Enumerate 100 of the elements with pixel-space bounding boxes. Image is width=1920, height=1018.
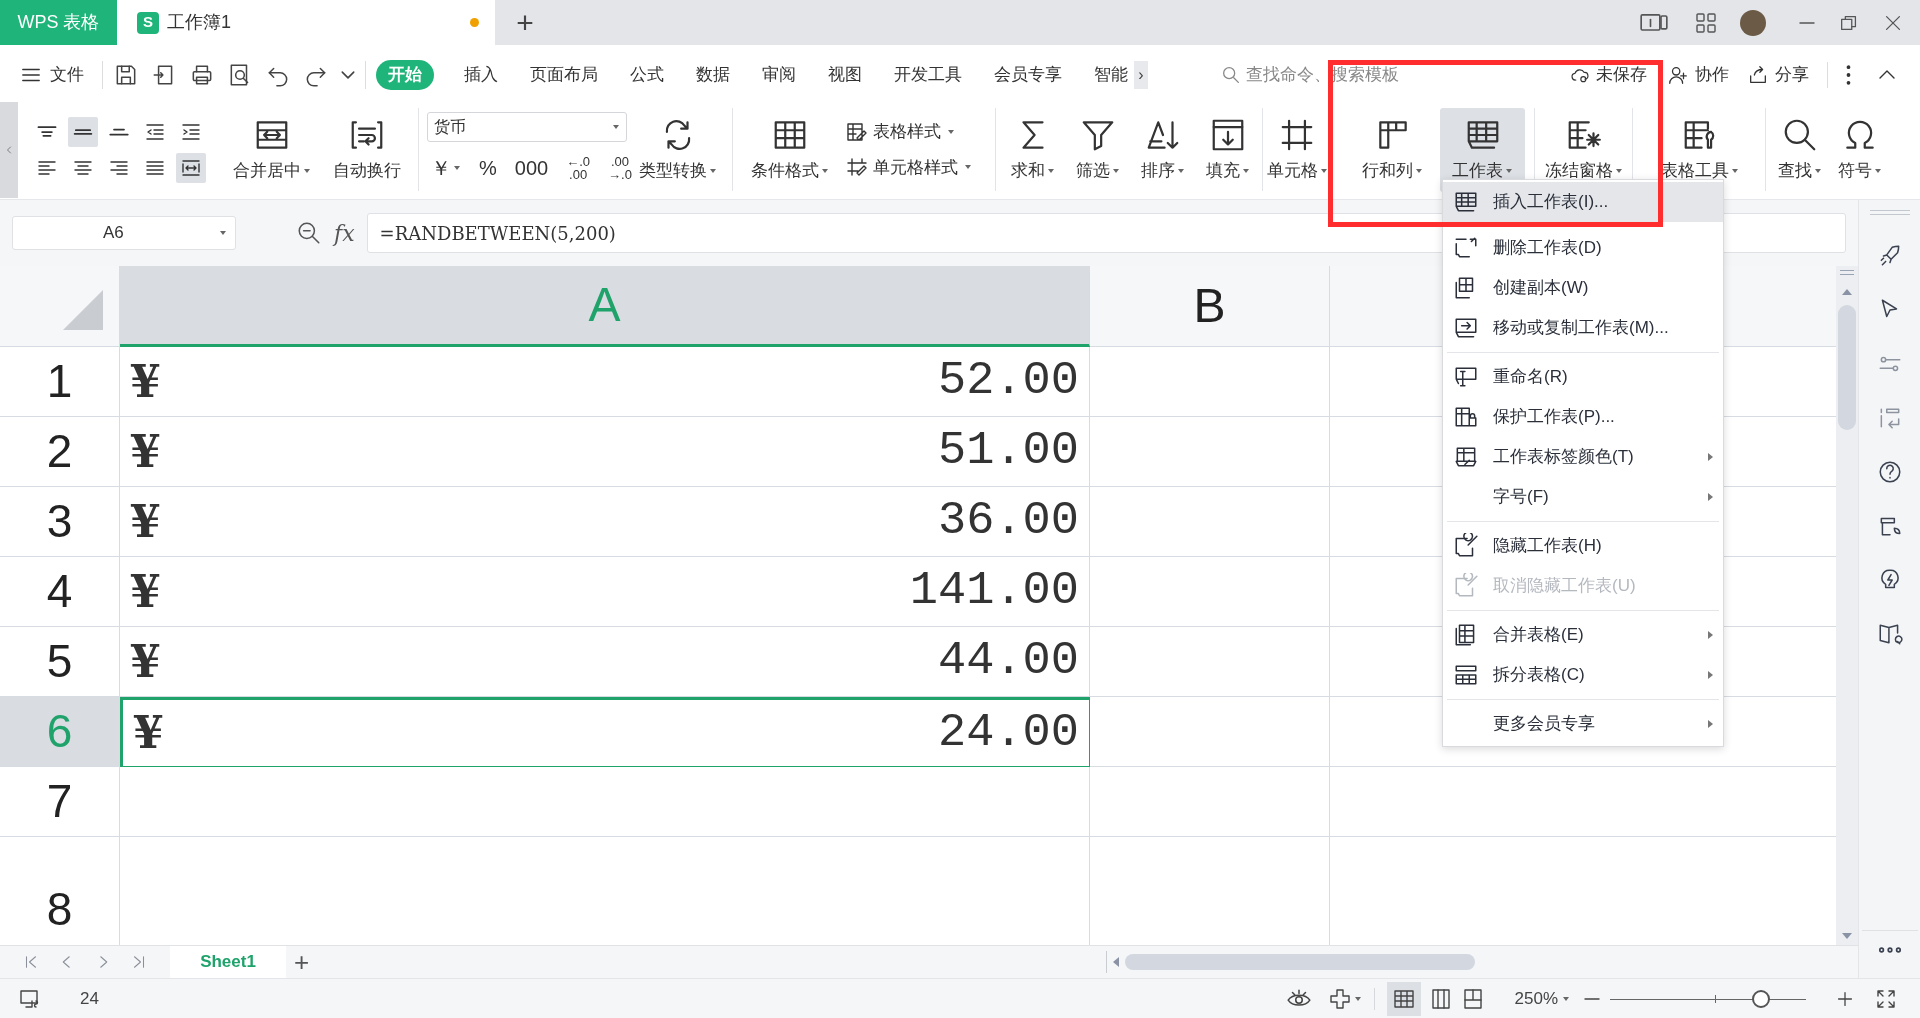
ribbon-tab[interactable]: 智能 (1092, 59, 1130, 90)
ribbon-button[interactable]: 查找 (1770, 107, 1830, 192)
menu-item[interactable]: 合并表格(E) (1443, 615, 1723, 655)
caret-icon (1562, 995, 1570, 1002)
column-header[interactable]: B (1090, 266, 1330, 347)
vertical-scrollbar[interactable] (1836, 266, 1858, 945)
ribbon-scroll-handle[interactable] (0, 101, 18, 198)
align-top-icon (37, 126, 57, 137)
table-cell[interactable]: ¥ 44.00 (120, 627, 1090, 697)
number-format-button[interactable]: 000 (510, 152, 553, 183)
table-cell[interactable]: ¥ 51.00 (120, 417, 1090, 487)
caret-icon (1319, 167, 1328, 174)
ribbon-button[interactable]: 单元格 (1265, 107, 1329, 192)
number-format-button[interactable]: % (475, 152, 501, 183)
number-format-button[interactable]: ￥ (427, 152, 465, 183)
number-format-field[interactable]: 货币 (427, 111, 627, 142)
table-cell[interactable]: ¥ 24.00 (120, 697, 1090, 767)
ribbon-tab[interactable]: 公式 (628, 59, 666, 90)
ribbon-tab[interactable]: 数据 (694, 59, 732, 90)
ribbon-button[interactable]: 排序 (1130, 107, 1195, 192)
save-status[interactable]: 未保存 (1570, 61, 1647, 88)
more-horizontal-icon (1877, 947, 1902, 953)
align-button[interactable] (176, 152, 206, 183)
slider-thumb[interactable] (1751, 989, 1770, 1008)
table-cell[interactable]: ¥ 52.00 (120, 347, 1090, 417)
ribbon-tab[interactable]: 插入 (462, 59, 500, 90)
add-sheet-button[interactable]: + (294, 949, 310, 975)
caret-icon (1505, 167, 1513, 174)
row-header[interactable]: 7 (0, 767, 120, 837)
table-cell[interactable] (1090, 417, 1330, 487)
caret-icon (1176, 167, 1185, 174)
align-button[interactable] (68, 116, 98, 147)
triangle-icon (63, 290, 103, 330)
menu-item[interactable]: 隐藏工作表(H) (1443, 526, 1723, 566)
table-cell[interactable] (120, 767, 1090, 837)
cell-value: 141.00 (909, 563, 1079, 620)
more-tabs-button[interactable]: › (1134, 60, 1148, 89)
submenu-arrow-icon (1708, 671, 1713, 679)
table-cell[interactable] (1090, 347, 1330, 417)
currency-symbol: ¥ (133, 706, 164, 760)
menu-item[interactable]: 重命名(R) (1443, 357, 1723, 397)
menu-item[interactable]: 更多会员专享 (1443, 704, 1723, 744)
ribbon-button[interactable]: 填充 (1195, 107, 1260, 192)
menu-item[interactable]: 保护工作表(P)... (1443, 397, 1723, 437)
number-format-button[interactable]: ←.0 .00 (562, 154, 594, 181)
ribbon-button[interactable]: 自动换行 (324, 107, 410, 192)
cell-value: 52.00 (937, 353, 1079, 410)
ribbon-button[interactable]: 合并居中 (220, 107, 324, 192)
currency-symbol: ¥ (130, 634, 161, 689)
currency-symbol: ¥ (130, 494, 161, 549)
new-tab-button[interactable]: + (495, 0, 555, 45)
normal-view-button[interactable] (1386, 981, 1421, 1016)
minimize-icon (1798, 20, 1816, 25)
currency-symbol: ¥ (130, 564, 161, 619)
ribbon-tab[interactable]: 会员专享 (992, 59, 1064, 90)
caret-icon (303, 167, 311, 174)
function-label[interactable]: fx (334, 216, 355, 250)
status-value: 24 (80, 987, 99, 1010)
row-header[interactable]: 4 (0, 557, 120, 627)
ribbon-button[interactable]: 求和 (1000, 107, 1065, 192)
style-button[interactable]: 表格样式 (845, 119, 990, 145)
table-cell[interactable] (1090, 557, 1330, 627)
name-box[interactable]: A6 (12, 216, 236, 250)
menu-item[interactable]: 工作表标签颜色(T) (1443, 437, 1723, 477)
select-all-corner[interactable] (0, 266, 120, 347)
menu-item[interactable]: 拆分表格(C) (1443, 655, 1723, 695)
menu-item[interactable]: 移动或复制工作表(M)... (1443, 308, 1723, 348)
ribbon-button[interactable]: 条件格式 (741, 107, 839, 192)
scroll-left-icon (1113, 957, 1119, 967)
row-header[interactable]: 3 (0, 487, 120, 557)
ribbon-tab[interactable]: 审阅 (760, 59, 798, 90)
ribbon-button[interactable]: 符号 (1830, 107, 1890, 192)
table-cell[interactable] (1090, 767, 1330, 837)
row-header[interactable]: 2 (0, 417, 120, 487)
file-menu[interactable]: 文件 (20, 61, 84, 88)
ribbon-button[interactable]: 筛选 (1065, 107, 1130, 192)
menu-item[interactable]: 插入工作表(I)... (1443, 182, 1723, 222)
table-cell[interactable] (1090, 627, 1330, 697)
row-header[interactable]: 5 (0, 627, 120, 697)
table-cell[interactable]: ¥ 141.00 (120, 557, 1090, 627)
row-header[interactable]: 1 (0, 347, 120, 417)
more-vertical-icon (1846, 64, 1851, 85)
table-cell[interactable]: ¥ 36.00 (120, 487, 1090, 557)
table-cell[interactable] (1090, 697, 1330, 767)
table-cell[interactable] (1090, 487, 1330, 557)
caret-icon (821, 167, 829, 174)
scrollbar-thumb[interactable] (1125, 954, 1475, 970)
scrollbar-thumb[interactable] (1838, 305, 1856, 430)
collaborate-button[interactable]: 协作 (1667, 61, 1729, 88)
style-button[interactable]: 单元格样式 (845, 154, 990, 180)
user-avatar[interactable] (1740, 9, 1766, 36)
document-tab[interactable]: S 工作簿1 (117, 0, 495, 45)
ribbon-button[interactable]: 行和列 (1345, 107, 1440, 192)
share-button[interactable]: 分享 (1747, 61, 1809, 88)
ribbon-tab[interactable]: 页面布局 (528, 59, 600, 90)
zoom-level-button[interactable]: 250% (1514, 985, 1570, 1012)
ribbon-tab[interactable]: 开发工具 (892, 59, 964, 90)
menu-item[interactable]: 创建副本(W) (1443, 268, 1723, 308)
menu-item[interactable]: 字号(F) (1443, 477, 1723, 517)
ribbon-tab[interactable]: 视图 (826, 59, 864, 90)
